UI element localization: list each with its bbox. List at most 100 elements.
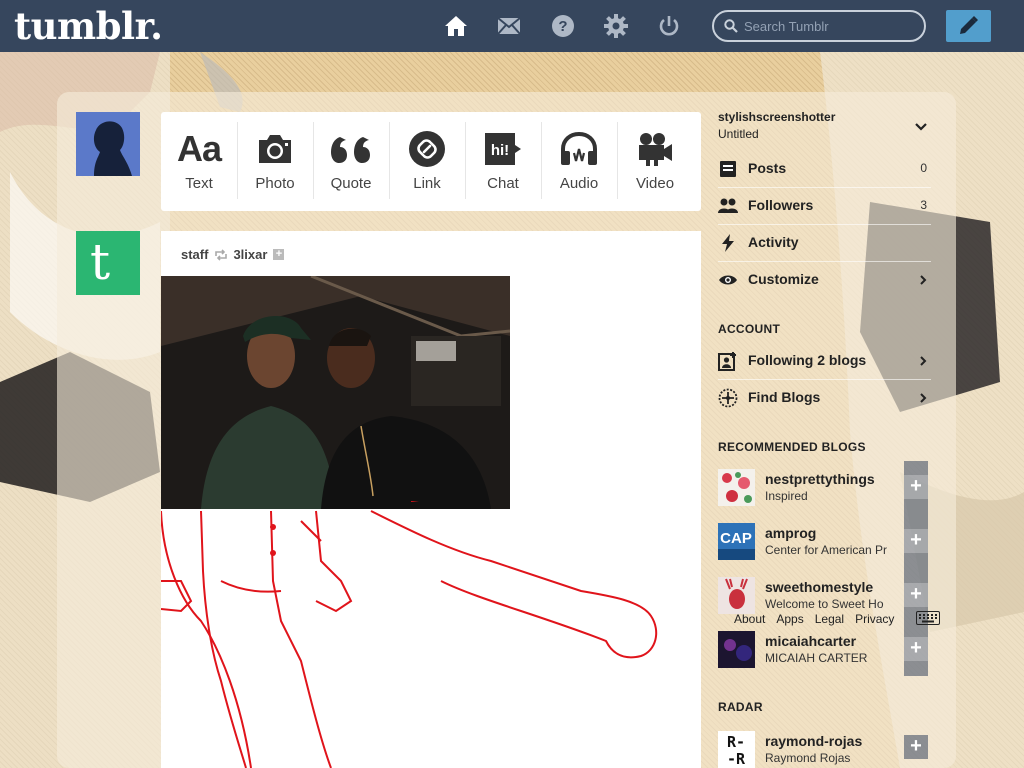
sidebar-item-followers[interactable]: Followers 3	[718, 189, 931, 223]
sidebar-item-customize[interactable]: Customize	[718, 263, 931, 297]
plus-icon[interactable]: +	[273, 249, 285, 260]
compose-button[interactable]	[946, 10, 991, 42]
post-type-video[interactable]: Video	[617, 112, 693, 211]
post-type-label: Text	[185, 175, 213, 192]
sidebar-item-label: Find Blogs	[748, 389, 821, 405]
follow-button[interactable]: +	[904, 637, 928, 661]
chevron-right-icon	[920, 275, 927, 285]
recommended-blog-desc: Inspired	[765, 489, 808, 503]
search-icon	[724, 19, 738, 33]
gear-icon[interactable]	[604, 14, 628, 38]
radar-blog-name[interactable]: raymond-rojas	[765, 733, 862, 749]
lightning-icon	[718, 233, 738, 253]
follow-button[interactable]: +	[904, 583, 928, 607]
post-header: staff 3lixar +	[181, 247, 285, 262]
follow-button[interactable]: +	[904, 735, 928, 759]
divider	[718, 187, 931, 188]
recommended-blog-desc: Welcome to Sweet Ho	[765, 597, 884, 611]
post-type-text[interactable]: Aa Text	[161, 112, 237, 211]
post-type-label: Video	[635, 175, 675, 192]
following-icon	[718, 351, 738, 371]
post-author-link[interactable]: staff	[181, 247, 208, 262]
svg-text:R-: R-	[727, 733, 745, 751]
footer-link-apps[interactable]: Apps	[776, 612, 803, 626]
posts-icon	[718, 159, 738, 179]
svg-text:?: ?	[558, 18, 567, 35]
help-icon[interactable]: ?	[551, 14, 575, 38]
sidebar-item-label: Activity	[748, 234, 799, 250]
post-photo[interactable]	[161, 276, 510, 509]
mail-icon[interactable]	[497, 14, 521, 38]
sidebar-item-label: Posts	[748, 160, 787, 176]
sidebar-item-label: Customize	[748, 271, 819, 287]
followers-icon	[718, 196, 738, 216]
video-camera-icon	[617, 130, 693, 168]
post-type-chat[interactable]: hi! Chat	[465, 112, 541, 211]
blog-avatar: CAP	[718, 523, 755, 560]
footer-link-legal[interactable]: Legal	[815, 612, 844, 626]
blog-avatar: R--R	[718, 731, 755, 768]
chat-icon: hi!	[465, 130, 541, 168]
tumblr-logo[interactable]: tumblr.	[14, 4, 163, 48]
chevron-down-icon[interactable]	[914, 122, 928, 132]
post-type-link[interactable]: Link	[389, 112, 465, 211]
recommended-blog-name[interactable]: nestprettythings	[765, 471, 875, 487]
follow-button[interactable]: +	[904, 529, 928, 553]
post-type-audio[interactable]: Audio	[541, 112, 617, 211]
sidebar-blog-name[interactable]: stylishscreenshotter	[718, 110, 835, 124]
svg-text:-R: -R	[727, 750, 746, 768]
footer-links: About Apps Legal Privacy	[734, 612, 904, 626]
post-type-label: Link	[413, 175, 441, 192]
blog-avatar	[718, 577, 755, 614]
compass-icon	[718, 388, 738, 408]
account-heading: ACCOUNT	[718, 322, 781, 336]
followers-count: 3	[920, 198, 927, 212]
chevron-right-icon	[920, 393, 927, 403]
post-type-quote[interactable]: Quote	[313, 112, 389, 211]
power-icon[interactable]	[657, 14, 681, 38]
blog-avatar[interactable]	[76, 112, 140, 176]
sidebar-item-label: Followers	[748, 197, 814, 213]
post-type-label: Audio	[559, 175, 599, 192]
recommended-blog-desc: MICAIAH CARTER	[765, 651, 868, 665]
radar-blog-item[interactable]: R- -R raymond-rojas Raymond Rojas	[718, 731, 904, 768]
quote-icon	[313, 130, 389, 168]
post-type-label: Photo	[255, 175, 295, 192]
footer-link-about[interactable]: About	[734, 612, 765, 626]
home-icon[interactable]	[444, 14, 468, 38]
divider	[718, 379, 931, 380]
footer-link-privacy[interactable]: Privacy	[855, 612, 894, 626]
search-box[interactable]	[712, 10, 926, 42]
blog-avatar	[718, 469, 755, 506]
recommended-blog-desc: Center for American Pr	[765, 543, 888, 557]
recommended-blog-name[interactable]: micaiahcarter	[765, 633, 856, 649]
recommended-blog-name[interactable]: sweethomestyle	[765, 579, 873, 595]
sidebar-item-following[interactable]: Following 2 blogs	[718, 344, 931, 378]
reblog-source-link[interactable]: 3lixar	[233, 247, 267, 262]
pencil-icon	[960, 16, 978, 34]
keyboard-icon[interactable]	[916, 611, 940, 625]
follow-button[interactable]: +	[904, 475, 928, 499]
recommended-blog-item[interactable]: micaiahcarter MICAIAH CARTER	[718, 631, 904, 685]
post-type-label: Chat	[487, 175, 519, 192]
post-card: staff 3lixar +	[161, 231, 701, 768]
search-input[interactable]	[744, 16, 914, 36]
headphones-icon	[541, 130, 617, 168]
sidebar-item-label: Following 2 blogs	[748, 352, 867, 368]
svg-text:CAP: CAP	[720, 530, 752, 547]
link-icon	[389, 130, 465, 168]
sidebar-item-find-blogs[interactable]: Find Blogs	[718, 381, 931, 415]
recommended-blog-name[interactable]: amprog	[765, 525, 816, 541]
recommended-blog-item[interactable]: CAP amprog Center for American Pr	[718, 523, 904, 577]
recommended-blog-item[interactable]: nestprettythings Inspired	[718, 469, 904, 523]
sidebar-item-activity[interactable]: Activity	[718, 226, 931, 260]
text-icon: Aa	[176, 128, 222, 169]
svg-text:hi!: hi!	[491, 142, 509, 159]
sidebar-blog-title: Untitled	[718, 127, 759, 141]
divider	[718, 224, 931, 225]
staff-avatar[interactable]: t	[76, 231, 140, 295]
sidebar-item-posts[interactable]: Posts 0	[718, 152, 931, 186]
post-type-photo[interactable]: Photo	[237, 112, 313, 211]
eye-icon	[718, 270, 738, 290]
post-drawing	[161, 501, 658, 768]
